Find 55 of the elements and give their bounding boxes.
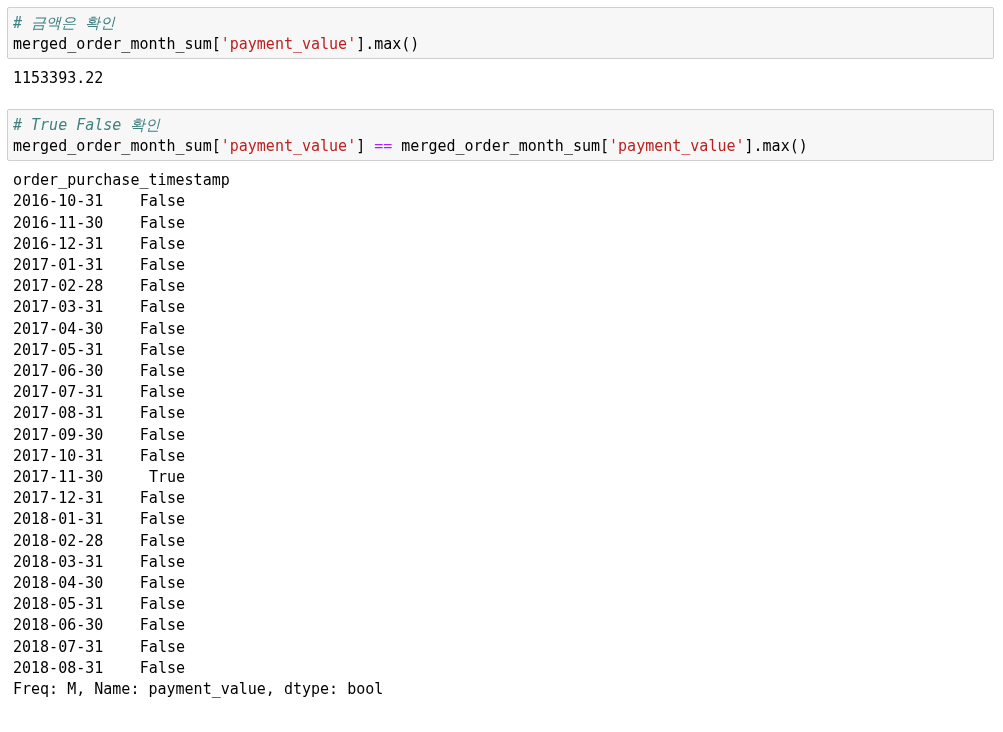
- value-text: False: [138, 361, 185, 383]
- code-comment: # True False 확인: [13, 115, 162, 137]
- value-text: False: [138, 403, 185, 425]
- code-line: merged_order_month_sum['payment_value'].max(): [13, 34, 421, 55]
- index-label: 2018-05-31: [13, 594, 103, 616]
- value-text: False: [138, 657, 185, 679]
- index-label: 2017-08-31: [13, 403, 103, 425]
- index-label: 2017-09-30: [13, 424, 103, 446]
- index-label: 2018-02-28: [13, 530, 103, 552]
- index-label: 2017-04-30: [13, 318, 103, 340]
- index-label: 2016-10-31: [13, 191, 103, 213]
- index-label: 2018-04-30: [13, 573, 103, 595]
- index-label: 2017-11-30: [13, 467, 103, 489]
- index-label: 2018-06-30: [13, 615, 103, 637]
- value-text: False: [138, 530, 185, 552]
- index-label: 2018-03-31: [13, 551, 103, 573]
- index-label: 2017-05-31: [13, 339, 103, 361]
- output-text: 1153393.22: [13, 68, 104, 89]
- index-label: 2018-01-31: [13, 509, 103, 531]
- index-label: 2016-12-31: [13, 233, 103, 255]
- code-cell[interactable]: # True False 확인 merged_order_month_sum['payment_value'] == merged_order_month_sum['payment_value'].max(): [7, 109, 994, 162]
- index-label: 2017-01-31: [13, 255, 103, 276]
- value-text: False: [138, 318, 185, 340]
- value-text: True: [147, 467, 185, 489]
- value-text: False: [138, 488, 185, 510]
- code-comment: # 금액은 확인: [13, 13, 117, 34]
- series-header: order_purchase_timestamp: [13, 170, 230, 192]
- index-label: 2018-08-31: [13, 657, 103, 679]
- index-label: 2016-11-30: [13, 212, 103, 234]
- value-text: False: [138, 509, 185, 531]
- value-text: False: [138, 615, 185, 637]
- series-footer: Freq: M, Name: payment_value, dtype: bool: [13, 679, 384, 701]
- value-text: False: [138, 636, 185, 658]
- index-label: 2018-07-31: [13, 636, 103, 658]
- index-label: 2017-03-31: [13, 297, 103, 319]
- value-text: False: [138, 233, 185, 255]
- code-line: merged_order_month_sum['payment_value'] == merged_order_month_sum['payment_value'].max(): [13, 136, 809, 158]
- value-text: False: [138, 573, 185, 595]
- value-text: False: [138, 297, 185, 319]
- value-text: False: [138, 255, 185, 276]
- value-text: False: [138, 382, 185, 404]
- value-text: False: [138, 594, 185, 616]
- index-label: 2017-10-31: [13, 445, 103, 467]
- code-cell[interactable]: # 금액은 확인 merged_order_month_sum['payment_value'].max(): [7, 7, 994, 59]
- value-text: False: [138, 276, 185, 298]
- index-label: 2017-12-31: [13, 488, 103, 510]
- value-text: False: [138, 424, 185, 446]
- value-text: False: [138, 191, 185, 213]
- value-text: False: [138, 551, 185, 573]
- value-text: False: [138, 445, 185, 467]
- index-label: 2017-07-31: [13, 382, 103, 404]
- value-text: False: [138, 212, 185, 234]
- value-text: False: [138, 339, 185, 361]
- index-label: 2017-06-30: [13, 361, 103, 383]
- index-label: 2017-02-28: [13, 276, 103, 298]
